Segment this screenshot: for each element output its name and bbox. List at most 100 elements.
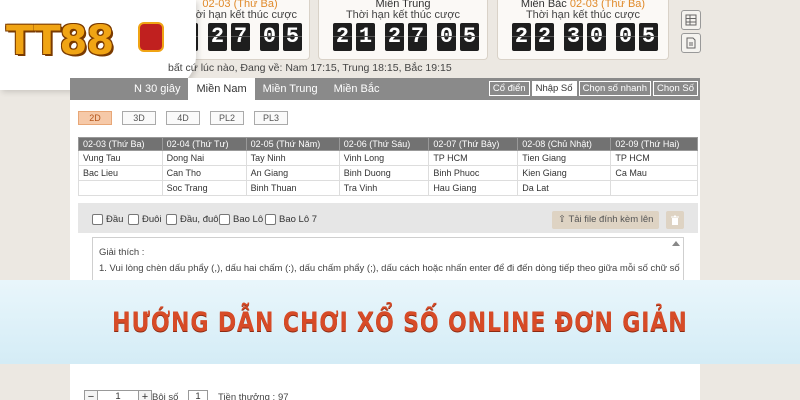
logo-badge-icon xyxy=(138,22,164,52)
province-cell[interactable]: Ca Mau xyxy=(610,165,698,181)
province-cell[interactable]: Dong Nai xyxy=(161,150,247,166)
mode-buttons: Cổ điển Nhập Số Chọn số nhanh Chọn Số xyxy=(488,81,698,96)
digit: 2 xyxy=(385,23,404,51)
province-cell[interactable]: TP HCM xyxy=(428,150,519,166)
digit: 2 xyxy=(512,23,531,51)
province-cell[interactable]: Tra Vinh xyxy=(338,180,430,196)
bet-amount-area: − 1 + Bội số 1 Tiền thưởng : 97 xyxy=(70,364,700,400)
province-cell[interactable]: Tay Ninh xyxy=(245,150,340,166)
province-cell[interactable]: Hau Giang xyxy=(428,180,519,196)
timer-card-mien-trung: Miền Trung Thời hạn kết thúc cược 2 1 2 … xyxy=(318,0,488,60)
number-input-area[interactable]: Giải thích : 1. Vui lòng chèn dấu phẩy (… xyxy=(92,237,684,285)
tab-mien-bac[interactable]: Miền Bắc xyxy=(326,78,388,100)
bet-type-filter-bar: Đầu Đuôi Đầu, đuôi Bao Lô Bao Lô 7 ⇪ Tải… xyxy=(78,203,698,233)
tab-mien-nam[interactable]: Miền Nam xyxy=(188,78,255,100)
column-header: 02-07 (Thứ Bảy) xyxy=(428,137,519,151)
province-cell[interactable]: Bac Lieu xyxy=(78,165,163,181)
province-cell[interactable]: Vung Tau xyxy=(78,150,163,166)
timer-subtitle: Thời hạn kết thúc cược xyxy=(345,9,461,21)
upload-icon: ⇪ xyxy=(558,214,566,225)
province-cell[interactable]: Kien Giang xyxy=(517,165,612,181)
province-cell[interactable]: Can Tho xyxy=(161,165,247,181)
timer-subtitle: Thời hạn kết thúc cược xyxy=(525,9,641,21)
table-row: Vung Tau Dong Nai Tay Ninh Vinh Long TP … xyxy=(78,150,698,166)
filter-bao-lo-7-checkbox[interactable]: Bao Lô 7 xyxy=(265,214,317,225)
reward-value: 97 xyxy=(278,392,289,400)
explanation-title: Giải thích : xyxy=(99,247,145,258)
province-cell[interactable]: An Giang xyxy=(245,165,340,181)
logo: TT88 xyxy=(0,0,196,90)
results-icon[interactable] xyxy=(681,10,701,30)
decrease-button[interactable]: − xyxy=(84,390,98,400)
mode-classic-button[interactable]: Cổ điển xyxy=(488,81,530,96)
countdown-digits: 2 2 3 0 0 5 xyxy=(512,23,658,51)
digit: 7 xyxy=(408,23,427,51)
scroll-up-icon[interactable] xyxy=(672,241,680,246)
tab-pl2[interactable]: PL2 xyxy=(210,111,244,125)
filter-bao-lo-checkbox[interactable]: Bao Lô xyxy=(219,214,263,225)
quantity-input[interactable]: 1 xyxy=(98,390,138,400)
multiplier-label: Bội số xyxy=(152,392,179,400)
province-cell[interactable]: Binh Duong xyxy=(338,165,430,181)
filter-duoi-checkbox[interactable]: Đuôi xyxy=(128,214,162,225)
digit: 2 xyxy=(535,23,554,51)
digit: 0 xyxy=(587,23,606,51)
province-cell[interactable]: Soc Trang xyxy=(161,180,247,196)
tab-3d[interactable]: 3D xyxy=(122,111,156,125)
tab-pl3[interactable]: PL3 xyxy=(254,111,288,125)
mode-quick-pick-button[interactable]: Chọn số nhanh xyxy=(578,81,652,96)
digit: 0 xyxy=(437,23,456,51)
title-banner: HƯỚNG DẪN CHƠI XỔ SỐ ONLINE ĐƠN GIẢN xyxy=(0,280,800,364)
upload-file-button[interactable]: ⇪ Tải file đính kèm lên xyxy=(552,211,660,229)
tab-mien-trung[interactable]: Miền Trung xyxy=(255,78,326,100)
banner-title: HƯỚNG DẪN CHƠI XỔ SỐ ONLINE ĐƠN GIẢN xyxy=(112,306,688,338)
province-cell[interactable]: Binh Thuan xyxy=(245,180,340,196)
document-icon[interactable] xyxy=(681,33,701,53)
column-header: 02-08 (Chủ Nhật) xyxy=(517,137,612,151)
column-header: 02-05 (Thứ Năm) xyxy=(245,137,340,151)
province-cell[interactable]: Da Lat xyxy=(517,180,612,196)
draw-times-notice: bất cứ lúc nào, Đang về: Nam 17:15, Trun… xyxy=(168,62,452,74)
game-type-tabs: 2D 3D 4D PL2 PL3 xyxy=(78,111,288,125)
digit: 7 xyxy=(231,23,250,51)
multiplier-input[interactable]: 1 xyxy=(188,390,208,400)
increase-button[interactable]: + xyxy=(138,390,152,400)
column-header: 02-04 (Thứ Tư) xyxy=(161,137,247,151)
countdown-digits: 0 2 7 0 5 xyxy=(179,23,302,51)
province-cell[interactable]: Vinh Long xyxy=(338,150,430,166)
filter-dau-checkbox[interactable]: Đầu xyxy=(92,214,123,225)
digit: 2 xyxy=(333,23,352,51)
region-tabbar: N 30 giây Miền Nam Miền Trung Miền Bắc C… xyxy=(70,78,700,100)
digit: 3 xyxy=(564,23,583,51)
province-cell[interactable] xyxy=(610,180,698,196)
countdown-digits: 2 1 2 7 0 5 xyxy=(333,23,479,51)
tab-2d[interactable]: 2D xyxy=(78,111,112,125)
table-header-row: 02-03 (Thứ Ba) 02-04 (Thứ Tư) 02-05 (Thứ… xyxy=(78,137,698,151)
province-cell[interactable]: TP HCM xyxy=(610,150,698,166)
filter-dau-duoi-checkbox[interactable]: Đầu, đuôi xyxy=(166,214,221,225)
schedule-table: 02-03 (Thứ Ba) 02-04 (Thứ Tư) 02-05 (Thứ… xyxy=(78,137,698,196)
tab-4d[interactable]: 4D xyxy=(166,111,200,125)
digit: 0 xyxy=(260,23,279,51)
table-row: Soc Trang Binh Thuan Tra Vinh Hau Giang … xyxy=(78,180,698,196)
side-icons xyxy=(681,10,701,56)
column-header: 02-03 (Thứ Ba) xyxy=(78,137,163,151)
mode-pick-number-button[interactable]: Chọn Số xyxy=(653,81,698,96)
column-header: 02-06 (Thứ Sáu) xyxy=(338,137,430,151)
digit: 5 xyxy=(639,23,658,51)
digit: 1 xyxy=(356,23,375,51)
tab-30-giay[interactable]: N 30 giây xyxy=(70,78,188,100)
delete-button[interactable] xyxy=(666,211,684,229)
digit: 5 xyxy=(283,23,302,51)
reward-label: Tiền thưởng : xyxy=(218,392,276,400)
explanation-line: 1. Vui lòng chèn dấu phẩy (,), dấu hai c… xyxy=(99,263,680,274)
mode-enter-number-button[interactable]: Nhập Số xyxy=(531,81,577,96)
quantity-stepper: − 1 + xyxy=(84,390,152,400)
province-cell[interactable]: Tien Giang xyxy=(517,150,612,166)
province-cell[interactable]: Binh Phuoc xyxy=(428,165,519,181)
logo-text: TT88 xyxy=(6,18,114,64)
digit: 0 xyxy=(616,23,635,51)
column-header: 02-09 (Thứ Hai) xyxy=(610,137,698,151)
province-cell[interactable] xyxy=(78,180,163,196)
timer-card-mien-bac: Miền Bắc 02-03 (Thứ Ba) Thời hạn kết thú… xyxy=(497,0,669,60)
